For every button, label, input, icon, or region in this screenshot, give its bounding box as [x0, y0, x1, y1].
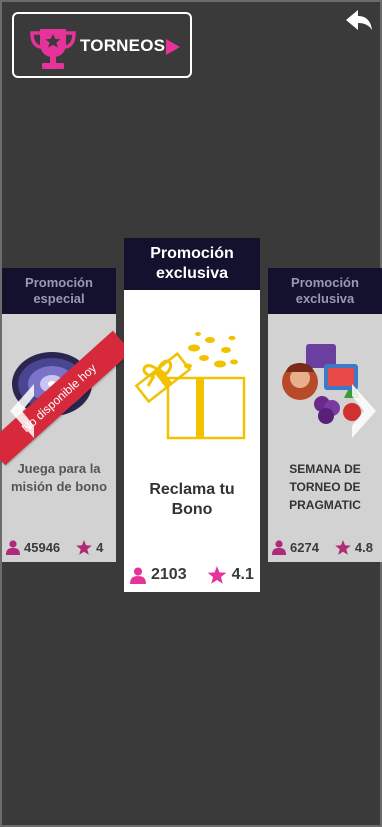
promo-card-center[interactable]: Promoción exclusiva Reclama tu Bono 2103…	[124, 238, 260, 592]
star-icon	[335, 540, 351, 555]
rating-value: 4.8	[354, 540, 373, 555]
user-icon	[272, 540, 286, 555]
back-arrow-icon[interactable]	[344, 8, 374, 32]
card-category: Promoción especial	[2, 268, 116, 314]
rating-value: 4.1	[231, 566, 254, 583]
torneos-label: TORNEOS	[80, 36, 166, 55]
star-icon	[207, 566, 226, 584]
card-title: SEMANA DE TORNEO DE PRAGMATIC	[289, 462, 361, 512]
chevron-left-icon[interactable]	[6, 382, 36, 440]
gift-icon	[134, 332, 246, 440]
card-title: Reclama tu Bono	[149, 481, 235, 518]
players-count: 45946	[24, 540, 61, 555]
torneos-button[interactable]: TORNEOS	[12, 12, 192, 78]
card-title: Juega para la misión de bono	[10, 461, 108, 494]
players-count: 6274	[290, 540, 319, 555]
star-icon	[76, 540, 92, 555]
play-icon	[166, 39, 180, 55]
card-category: Promoción exclusiva	[268, 268, 382, 314]
card-stats: 45946 4	[2, 540, 116, 555]
rating-value: 4	[96, 540, 104, 555]
user-icon	[6, 540, 20, 555]
user-icon	[130, 566, 146, 584]
players-count: 2103	[151, 566, 187, 583]
card-stats: 6274 4.8	[268, 540, 382, 555]
trophy-icon	[30, 29, 76, 69]
card-category: Promoción exclusiva	[124, 238, 260, 290]
card-stats: 2103 4.1	[124, 566, 260, 584]
chevron-right-icon[interactable]	[350, 382, 380, 440]
